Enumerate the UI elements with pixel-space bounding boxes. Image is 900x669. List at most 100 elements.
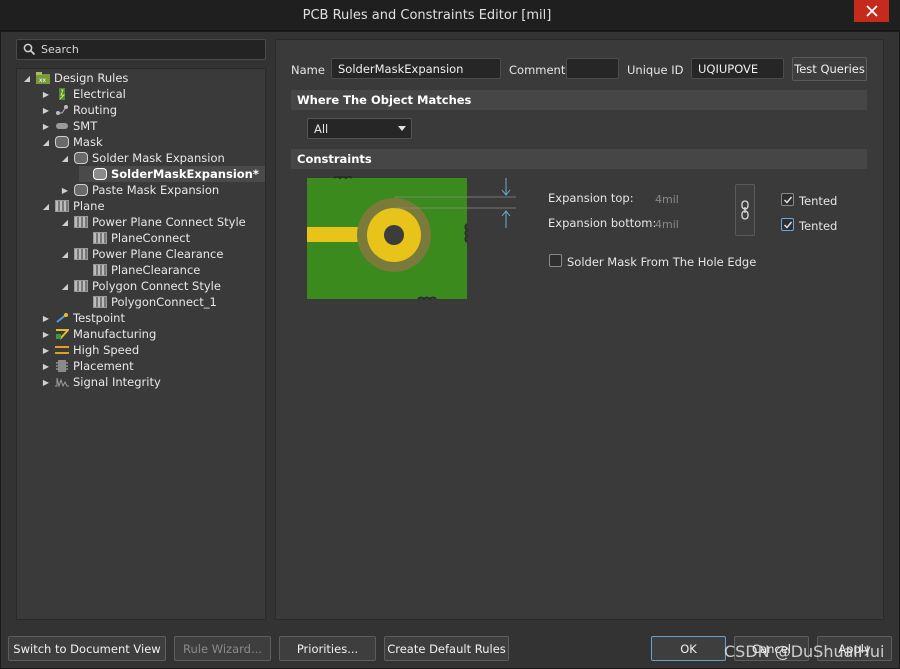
tree-item-power-plane-clearance[interactable]: ◢ Power Plane Clearance xyxy=(60,246,224,262)
tree-label: Signal Integrity xyxy=(73,375,161,389)
tree-label: Routing xyxy=(73,103,118,117)
tree-item-electrical[interactable]: ▶ Electrical xyxy=(41,86,126,102)
object-match-select[interactable]: All xyxy=(307,118,412,139)
tree-label: High Speed xyxy=(73,343,140,357)
tree-label: Paste Mask Expansion xyxy=(92,183,220,197)
tree-item-testpoint[interactable]: ▶ Testpoint xyxy=(41,310,125,326)
tree-label: PlaneClearance xyxy=(111,263,201,277)
tree-label: Electrical xyxy=(73,87,126,101)
tree-item-polygon-connect-style[interactable]: ◢ Polygon Connect Style xyxy=(60,278,221,294)
constraints-section-header: Constraints xyxy=(291,149,867,169)
tree-item-placement[interactable]: ▶ Placement xyxy=(41,358,134,374)
name-field[interactable]: SolderMaskExpansion xyxy=(331,58,501,79)
tree-item-manufacturing[interactable]: ▶ Manufacturing xyxy=(41,326,156,342)
tree-label: SolderMaskExpansion* xyxy=(111,167,259,181)
rule-wizard-button[interactable]: Rule Wizard... xyxy=(174,636,271,661)
smt-icon xyxy=(56,123,68,129)
checkmark-icon xyxy=(783,196,792,204)
tree-label: Power Plane Connect Style xyxy=(92,215,246,229)
tree-label: Solder Mask Expansion xyxy=(92,151,225,165)
rule-icon xyxy=(93,168,107,180)
rules-tree[interactable]: ◢ xx Design Rules ▶ Electrical ▶ Routing… xyxy=(16,68,266,620)
tree-item-plane-clearance[interactable]: PlaneClearance xyxy=(79,262,200,278)
high-speed-icon xyxy=(55,346,69,354)
collapsed-arrow-icon: ▶ xyxy=(42,313,50,323)
rule-icon xyxy=(93,232,107,244)
where-section-header: Where The Object Matches xyxy=(291,90,867,110)
rule-icon xyxy=(93,296,107,308)
tree-item-plane[interactable]: ◢ Plane xyxy=(41,198,105,214)
tree-item-mask[interactable]: ◢ Mask xyxy=(41,134,103,150)
create-default-rules-button[interactable]: Create Default Rules xyxy=(384,636,509,661)
tree-item-polygon-connect-1[interactable]: PolygonConnect_1 xyxy=(79,294,217,310)
unique-id-field[interactable]: UQIUPOVE xyxy=(691,58,784,79)
collapsed-arrow-icon: ▶ xyxy=(42,345,50,355)
tree-item-smt[interactable]: ▶ SMT xyxy=(41,118,97,134)
tree-item-routing[interactable]: ▶ Routing xyxy=(41,102,117,118)
plane-icon xyxy=(74,248,88,260)
expanded-arrow-icon: ◢ xyxy=(61,217,69,227)
expansion-top-value[interactable]: 4mil xyxy=(655,193,679,206)
unique-id-label: Unique ID xyxy=(627,63,684,77)
collapsed-arrow-icon: ▶ xyxy=(42,105,50,115)
testpoint-icon xyxy=(56,313,68,323)
collapsed-arrow-icon: ▶ xyxy=(61,185,69,195)
drill-hole xyxy=(384,225,404,245)
ok-button[interactable]: OK xyxy=(651,636,726,661)
tree-label: Placement xyxy=(73,359,134,373)
solder-mask-diagram xyxy=(307,176,516,300)
plane-icon xyxy=(74,280,88,292)
signal-integrity-icon xyxy=(55,377,69,388)
tree-item-design-rules[interactable]: ◢ xx Design Rules xyxy=(22,70,128,86)
design-rules-icon: xx xyxy=(36,72,50,84)
comment-field[interactable] xyxy=(566,58,619,79)
link-values-button[interactable] xyxy=(735,184,755,236)
tree-item-paste-mask-expansion[interactable]: ▶ Paste Mask Expansion xyxy=(60,182,219,198)
tree-item-signal-integrity[interactable]: ▶ Signal Integrity xyxy=(41,374,161,390)
tree-label: Manufacturing xyxy=(73,327,157,341)
collapsed-arrow-icon: ▶ xyxy=(42,377,50,387)
name-label: Name xyxy=(291,63,325,77)
expanded-arrow-icon: ◢ xyxy=(61,153,69,163)
tented-bottom-label: Tented xyxy=(799,219,838,233)
tree-label: SMT xyxy=(73,119,98,133)
tree-label: Design Rules xyxy=(54,71,129,85)
mask-icon xyxy=(74,152,88,164)
search-icon xyxy=(23,43,36,56)
switch-document-view-button[interactable]: Switch to Document View xyxy=(8,636,166,661)
tree-item-solder-mask-rule[interactable]: SolderMaskExpansion* xyxy=(79,166,265,182)
tree-label: Plane xyxy=(73,199,105,213)
tree-label: Testpoint xyxy=(73,311,125,325)
tented-top-checkbox[interactable] xyxy=(781,193,794,206)
close-button[interactable] xyxy=(854,0,889,22)
search-placeholder: Search xyxy=(41,43,79,56)
expanded-arrow-icon: ◢ xyxy=(42,137,50,147)
arrow-down-icon xyxy=(501,178,511,196)
title-bar: PCB Rules and Constraints Editor [mil] xyxy=(0,0,900,31)
tree-label: PlaneConnect xyxy=(111,231,191,245)
priorities-button[interactable]: Priorities... xyxy=(279,636,376,661)
from-hole-edge-label: Solder Mask From The Hole Edge xyxy=(567,255,757,269)
test-queries-button[interactable]: Test Queries xyxy=(792,57,867,81)
expansion-bottom-label: Expansion bottom: xyxy=(548,216,657,230)
tree-item-power-plane-connect-style[interactable]: ◢ Power Plane Connect Style xyxy=(60,214,246,230)
plane-icon xyxy=(74,216,88,228)
tented-bottom-checkbox[interactable] xyxy=(781,218,794,231)
chain-link-icon xyxy=(741,200,749,220)
search-box[interactable]: Search xyxy=(16,39,266,60)
tree-item-high-speed[interactable]: ▶ High Speed xyxy=(41,342,139,358)
from-hole-edge-checkbox[interactable] xyxy=(549,254,562,267)
tree-label: Polygon Connect Style xyxy=(92,279,221,293)
tree-label: Power Plane Clearance xyxy=(92,247,224,261)
window-title: PCB Rules and Constraints Editor [mil] xyxy=(302,8,552,23)
mask-icon xyxy=(55,136,69,148)
tree-item-solder-mask-expansion[interactable]: ◢ Solder Mask Expansion xyxy=(60,150,225,166)
expansion-bottom-value[interactable]: 4mil xyxy=(655,218,679,231)
tented-top-label: Tented xyxy=(799,194,838,208)
collapsed-arrow-icon: ▶ xyxy=(42,329,50,339)
expanded-arrow-icon: ◢ xyxy=(23,73,31,83)
manufacturing-icon xyxy=(56,329,69,340)
chevron-down-icon xyxy=(398,126,406,131)
tree-label: Mask xyxy=(73,135,103,149)
tree-item-plane-connect[interactable]: PlaneConnect xyxy=(79,230,190,246)
